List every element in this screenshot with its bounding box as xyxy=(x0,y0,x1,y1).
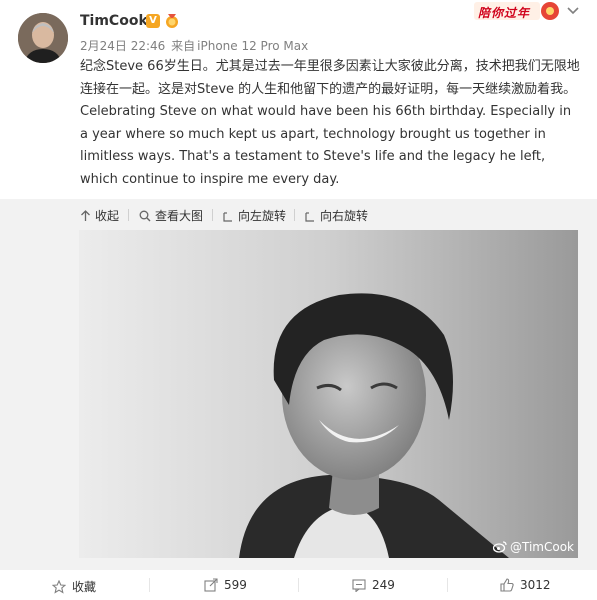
source-device[interactable]: iPhone 12 Pro Max xyxy=(197,39,308,53)
promo-label: 陪你过年 xyxy=(478,6,531,20)
avatar[interactable] xyxy=(18,13,68,63)
favorite-button[interactable]: 收藏 xyxy=(52,578,96,595)
action-bar: 收藏 599 249 3012 xyxy=(0,570,597,600)
view-large-label: 查看大图 xyxy=(155,209,204,223)
new-year-banner[interactable]: 陪你过年 xyxy=(474,0,564,22)
share-icon xyxy=(204,578,218,592)
post-text: 纪念Steve 66岁生日。尤其是过去一年里很多因素让大家彼此分离，技术把我们无… xyxy=(80,59,580,187)
weibo-logo-icon xyxy=(493,541,507,553)
thumbs-up-icon xyxy=(500,578,514,592)
photo-watermark: @TimCook xyxy=(493,540,574,554)
comment-icon xyxy=(352,578,366,592)
collapse-icon xyxy=(80,209,91,222)
repost-count: 599 xyxy=(224,578,247,592)
watermark-text: @TimCook xyxy=(510,540,574,554)
chevron-down-icon[interactable] xyxy=(566,6,580,16)
zoom-icon xyxy=(139,210,151,222)
action-divider xyxy=(149,578,150,592)
rotate-right-button[interactable]: 向右旋转 xyxy=(304,207,368,224)
favorite-label: 收藏 xyxy=(72,580,97,594)
post-photo[interactable]: @TimCook xyxy=(79,230,578,558)
like-button[interactable]: 3012 xyxy=(500,578,551,592)
photo-area: @TimCook xyxy=(0,230,597,570)
source-prefix: 来自 xyxy=(171,39,196,53)
action-divider xyxy=(447,578,448,592)
like-count: 3012 xyxy=(520,578,551,592)
post-meta: 2月24日 22:46 来自 iPhone 12 Pro Max xyxy=(80,37,310,54)
verified-badge: V xyxy=(146,14,160,28)
image-toolbar: 收起 查看大图 向左旋转 向右旋转 xyxy=(0,199,597,230)
comment-count: 249 xyxy=(372,578,395,592)
view-large-button[interactable]: 查看大图 xyxy=(139,207,203,224)
rotate-left-icon xyxy=(222,210,234,222)
comment-button[interactable]: 249 xyxy=(352,578,395,592)
rotate-left-button[interactable]: 向左旋转 xyxy=(222,207,286,224)
action-divider xyxy=(298,578,299,592)
avatar-image xyxy=(18,13,68,63)
star-icon xyxy=(52,579,66,594)
toolbar-divider xyxy=(128,209,129,221)
collapse-button[interactable]: 收起 xyxy=(80,207,119,224)
username[interactable]: TimCook xyxy=(80,13,148,29)
repost-button[interactable]: 599 xyxy=(204,578,247,592)
medal-icon[interactable] xyxy=(164,13,180,29)
rotate-right-icon xyxy=(304,210,316,222)
toolbar-divider xyxy=(212,209,213,221)
portrait-image xyxy=(79,230,578,558)
rotate-left-label: 向左旋转 xyxy=(238,209,287,223)
collapse-label: 收起 xyxy=(95,209,120,223)
rotate-right-label: 向右旋转 xyxy=(320,209,369,223)
toolbar-divider xyxy=(294,209,295,221)
post-date[interactable]: 2月24日 22:46 xyxy=(80,39,165,53)
